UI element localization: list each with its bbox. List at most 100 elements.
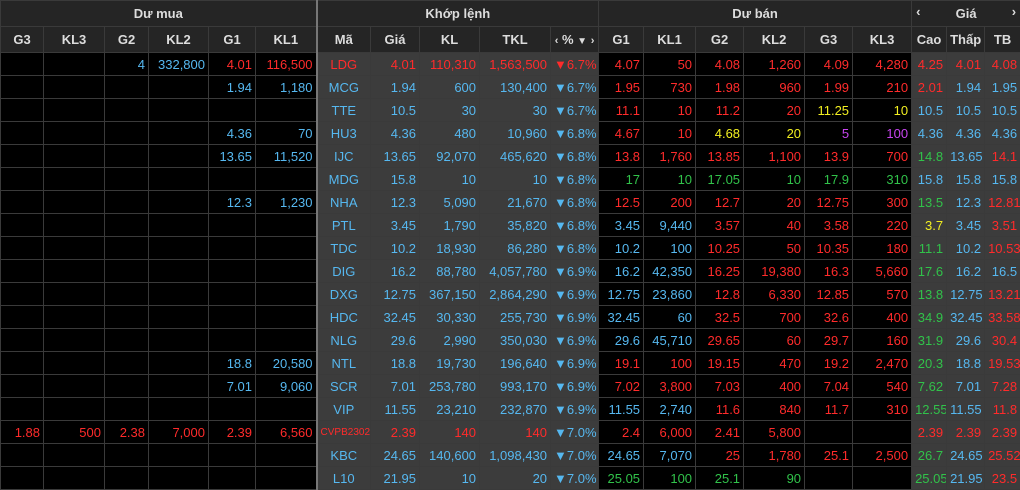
cell-buy-g3 [1,237,44,260]
cell-symbol[interactable]: NLG [317,329,371,352]
cell-sell-g2: 17.05 [696,168,744,191]
cell-symbol[interactable]: DXG [317,283,371,306]
cell-sell-kl3: 570 [853,283,912,306]
col-sell-kl1[interactable]: KL1 [644,27,696,53]
cell-symbol[interactable]: DIG [317,260,371,283]
cell-symbol[interactable]: KBC [317,444,371,467]
cell-buy-kl2 [149,168,209,191]
col-low[interactable]: Thấp [947,27,985,53]
cell-buy-kl1: 6,560 [256,421,317,444]
cell-symbol[interactable]: TDC [317,237,371,260]
table-row[interactable]: MDG15.81010▼6.8%171017.051017.931015.815… [1,168,1020,191]
cell-sell-kl3: 540 [853,375,912,398]
cell-symbol[interactable]: MDG [317,168,371,191]
cell-percent-change: ▼7.0% [551,467,599,490]
col-buy-g2[interactable]: G2 [105,27,149,53]
cell-symbol[interactable]: NHA [317,191,371,214]
cell-sell-g1: 11.1 [599,99,644,122]
table-row[interactable]: DIG16.288,7804,057,780▼6.9%16.242,35016.… [1,260,1020,283]
table-row[interactable]: VIP11.5523,210232,870▼6.9%11.552,74011.6… [1,398,1020,421]
cell-low-price: 1.94 [947,76,985,99]
col-buy-kl1[interactable]: KL1 [256,27,317,53]
cell-sell-g2: 32.5 [696,306,744,329]
cell-match-volume: 480 [420,122,480,145]
table-row[interactable]: 12.31,230NHA12.35,09021,670▼6.8%12.52001… [1,191,1020,214]
cell-buy-g2 [105,145,149,168]
col-sell-g1[interactable]: G1 [599,27,644,53]
col-buy-g1[interactable]: G1 [209,27,256,53]
cell-total-volume: 30 [480,99,551,122]
table-row[interactable]: 1.941,180MCG1.94600130,400▼6.7%1.957301.… [1,76,1020,99]
cell-high-price: 31.9 [912,329,947,352]
table-row[interactable]: 18.820,580NTL18.819,730196,640▼6.9%19.11… [1,352,1020,375]
cell-symbol[interactable]: HU3 [317,122,371,145]
col-total-volume[interactable]: TKL [480,27,551,53]
col-high[interactable]: Cao [912,27,947,53]
cell-sell-g1: 1.95 [599,76,644,99]
cell-match-price: 29.6 [371,329,420,352]
cell-match-price: 15.8 [371,168,420,191]
cell-buy-g1: 7.01 [209,375,256,398]
cell-buy-kl2 [149,398,209,421]
col-buy-kl3[interactable]: KL3 [44,27,105,53]
cell-sell-kl2: 960 [744,76,805,99]
col-buy-kl2[interactable]: KL2 [149,27,209,53]
col-sell-g2[interactable]: G2 [696,27,744,53]
cell-symbol[interactable]: IJC [317,145,371,168]
cell-sell-g1: 16.2 [599,260,644,283]
cell-buy-g2 [105,99,149,122]
cell-symbol[interactable]: TTE [317,99,371,122]
chevron-left-icon[interactable]: ‹ [916,4,920,19]
col-symbol[interactable]: Mã [317,27,371,53]
cell-buy-kl3 [44,398,105,421]
col-buy-g3[interactable]: G3 [1,27,44,53]
table-row[interactable]: HDC32.4530,330255,730▼6.9%32.456032.5700… [1,306,1020,329]
table-row[interactable]: 4.3670HU34.3648010,960▼6.8%4.67104.68205… [1,122,1020,145]
col-sell-g3[interactable]: G3 [805,27,853,53]
col-sell-kl3[interactable]: KL3 [853,27,912,53]
cell-sell-kl3: 5,660 [853,260,912,283]
cell-match-price: 32.45 [371,306,420,329]
col-avg[interactable]: TB [985,27,1020,53]
cell-sell-g3: 5 [805,122,853,145]
cell-symbol[interactable]: NTL [317,352,371,375]
table-row[interactable]: 7.019,060SCR7.01253,780993,170▼6.9%7.023… [1,375,1020,398]
cell-low-price: 21.95 [947,467,985,490]
cell-symbol[interactable]: CVPB2302 [317,421,371,444]
table-row[interactable]: TDC10.218,93086,280▼6.8%10.210010.255010… [1,237,1020,260]
table-row[interactable]: KBC24.65140,6001,098,430▼7.0%24.657,0702… [1,444,1020,467]
cell-sell-kl1: 10 [644,122,696,145]
cell-buy-kl3 [44,168,105,191]
cell-sell-kl2: 40 [744,214,805,237]
cell-symbol[interactable]: PTL [317,214,371,237]
table-row[interactable]: TTE10.53030▼6.7%11.11011.22011.251010.51… [1,99,1020,122]
col-sell-kl2[interactable]: KL2 [744,27,805,53]
cell-buy-g1 [209,306,256,329]
cell-symbol[interactable]: SCR [317,375,371,398]
price-board-body: 4332,8004.01116,500LDG4.01110,3101,563,5… [1,53,1020,490]
cell-sell-kl2: 840 [744,398,805,421]
table-row[interactable]: 13.6511,520IJC13.6592,070465,620▼6.8%13.… [1,145,1020,168]
chevron-right-icon[interactable]: › [591,35,595,47]
chevron-left-icon[interactable]: ‹ [555,35,559,47]
table-row[interactable]: DXG12.75367,1502,864,290▼6.9%12.7523,860… [1,283,1020,306]
cell-symbol[interactable]: MCG [317,76,371,99]
col-percent[interactable]: ‹ % ▼ › [551,27,599,53]
cell-buy-kl1: 1,180 [256,76,317,99]
cell-buy-g1: 4.01 [209,53,256,76]
table-row[interactable]: L1021.951020▼7.0%25.0510025.19025.0521.9… [1,467,1020,490]
chevron-right-icon[interactable]: › [1012,4,1016,19]
table-row[interactable]: 1.885002.387,0002.396,560CVPB23022.39140… [1,421,1020,444]
cell-buy-kl1 [256,168,317,191]
table-row[interactable]: NLG29.62,990350,030▼6.9%29.645,71029.656… [1,329,1020,352]
col-match-volume[interactable]: KL [420,27,480,53]
cell-symbol[interactable]: HDC [317,306,371,329]
cell-buy-g2 [105,76,149,99]
table-row[interactable]: 4332,8004.01116,500LDG4.01110,3101,563,5… [1,53,1020,76]
sort-desc-icon[interactable]: ▼ [577,36,587,47]
col-match-price[interactable]: Giá [371,27,420,53]
cell-symbol[interactable]: VIP [317,398,371,421]
cell-symbol[interactable]: L10 [317,467,371,490]
cell-symbol[interactable]: LDG [317,53,371,76]
table-row[interactable]: PTL3.451,79035,820▼6.8%3.459,4403.57403.… [1,214,1020,237]
